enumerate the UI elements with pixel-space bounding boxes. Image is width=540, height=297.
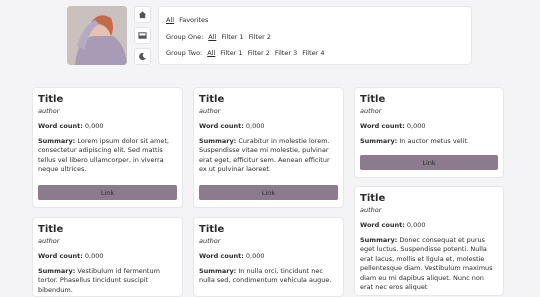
word-count-value: 0,000 [245,252,265,260]
word-count-value: 0,000 [406,221,426,229]
home-icon [138,11,147,19]
avatar [67,6,127,65]
word-count-label: Word count: [360,122,405,130]
group-two-all[interactable]: All [207,49,215,57]
card-title: Title [360,94,386,105]
summary-label: Summary: [199,137,237,145]
card-title: Title [199,224,225,235]
group-two-label: Group Two: [166,49,203,57]
group-one-label: Group One: [166,33,204,41]
story-card: Title author Word count: 0,000 Summary: … [354,186,504,296]
card-word-count: Word count: 0,000 [199,252,338,261]
group-two-filter-1[interactable]: Filter 1 [220,49,242,57]
summary-label: Summary: [360,236,398,244]
card-link-button[interactable]: Link [199,185,338,200]
word-count-label: Word count: [199,122,244,130]
word-count-label: Word count: [38,252,83,260]
card-author: author [199,107,221,115]
group-two-filter-2[interactable]: Filter 2 [248,49,270,57]
home-button[interactable] [134,6,151,23]
summary-label: Summary: [38,267,76,275]
word-count-value: 0,000 [406,122,426,130]
word-count-label: Word count: [199,252,244,260]
card-author: author [38,107,60,115]
story-card: Title author Word count: 0,000 Summary: … [193,87,344,208]
card-title: Title [38,224,64,235]
moon-icon [139,52,146,61]
card-word-count: Word count: 0,000 [38,122,177,131]
word-count-value: 0,000 [84,122,104,130]
card-author: author [360,107,382,115]
inbox-button[interactable] [134,27,151,44]
card-author: author [360,206,382,214]
summary-label: Summary: [360,137,398,145]
group-two-row: Group Two: All Filter 1 Filter 2 Filter … [166,49,325,57]
card-word-count: Word count: 0,000 [360,122,498,131]
top-filter-row: All Favorites [166,16,208,24]
card-author: author [199,237,221,245]
summary-label: Summary: [199,267,237,275]
group-one-filter-1[interactable]: Filter 1 [221,33,243,41]
card-summary: Summary: Lorem ipsum dolor sit amet, con… [38,137,177,175]
group-two-filter-3[interactable]: Filter 3 [275,49,297,57]
card-summary: Summary: Vestibulum id fermentum tortor.… [38,267,177,295]
card-title: Title [199,94,225,105]
card-summary: Summary: In auctor metus velit. [360,137,498,146]
card-word-count: Word count: 0,000 [360,221,498,230]
group-two-filter-4[interactable]: Filter 4 [302,49,324,57]
inbox-icon [138,32,147,39]
filter-all[interactable]: All [166,16,174,24]
story-card: Title author Word count: 0,000 Summary: … [193,217,344,297]
story-card: Title author Word count: 0,000 Summary: … [32,217,183,297]
dark-mode-button[interactable] [134,48,151,65]
group-one-row: Group One: All Filter 1 Filter 2 [166,33,271,41]
story-card: Title author Word count: 0,000 Summary: … [354,87,504,178]
card-word-count: Word count: 0,000 [199,122,338,131]
word-count-label: Word count: [38,122,83,130]
filters-panel: All Favorites Group One: All Filter 1 Fi… [158,6,472,65]
card-title: Title [38,94,64,105]
card-summary: Summary: In nulla orci, tincidunt nec nu… [199,267,338,286]
card-word-count: Word count: 0,000 [38,252,177,261]
group-one-all[interactable]: All [208,33,216,41]
card-summary: Summary: Curabitur in molestie lorem. Su… [199,137,338,175]
group-one-filter-2[interactable]: Filter 2 [249,33,271,41]
story-card: Title author Word count: 0,000 Summary: … [32,87,183,208]
card-author: author [38,237,60,245]
card-link-button[interactable]: Link [360,155,498,170]
summary-text: Donec consequat et purus eget luctus. Su… [360,236,493,292]
word-count-value: 0,000 [84,252,104,260]
avatar-photo [67,6,127,65]
card-title: Title [360,193,386,204]
filter-favorites[interactable]: Favorites [179,16,208,24]
card-link-button[interactable]: Link [38,185,177,200]
card-summary: Summary: Donec consequat et purus eget l… [360,236,498,292]
word-count-value: 0,000 [245,122,265,130]
summary-text: In auctor metus velit. [399,137,469,145]
summary-label: Summary: [38,137,76,145]
word-count-label: Word count: [360,221,405,229]
